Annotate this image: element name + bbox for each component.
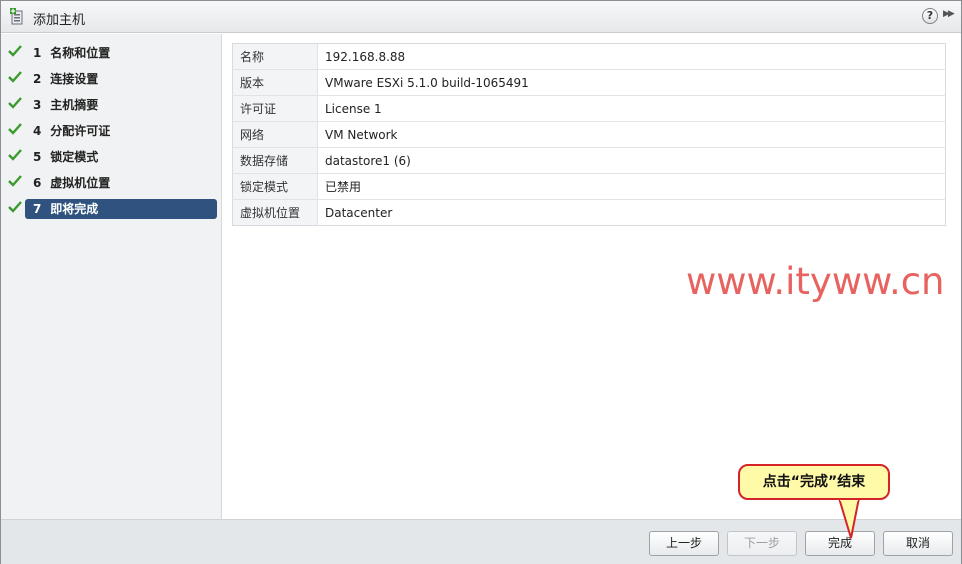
step-number: 1 xyxy=(33,46,42,60)
footer-button-bar: 上一步 下一步 完成 取消 xyxy=(1,519,961,564)
summary-value: License 1 xyxy=(317,95,946,122)
add-host-dialog: 添加主机 ? ▶▶ 1 名称和位置 2 连接设置 3 主机摘要 4 分配许可证 … xyxy=(0,0,962,564)
help-button[interactable]: ? xyxy=(922,8,938,24)
checkmark-icon xyxy=(8,149,22,161)
step-name-location[interactable]: 1 名称和位置 xyxy=(1,42,222,63)
table-row: 虚拟机位置 Datacenter xyxy=(232,199,946,226)
wizard-steps-sidebar: 1 名称和位置 2 连接设置 3 主机摘要 4 分配许可证 5 锁定模式 6 虚… xyxy=(1,34,222,519)
step-label: 主机摘要 xyxy=(50,98,99,112)
summary-key: 虚拟机位置 xyxy=(232,199,318,226)
add-host-icon xyxy=(10,8,23,25)
cancel-button[interactable]: 取消 xyxy=(883,531,953,556)
summary-key: 名称 xyxy=(232,43,318,70)
table-row: 数据存储 datastore1 (6) xyxy=(232,147,946,174)
summary-value: VMware ESXi 5.1.0 build-1065491 xyxy=(317,69,946,96)
checkmark-icon xyxy=(8,97,22,109)
table-row: 许可证 License 1 xyxy=(232,95,946,122)
checkmark-icon xyxy=(8,175,22,187)
checkmark-icon xyxy=(8,45,22,57)
checkmark-icon xyxy=(8,201,22,213)
watermark-text: www.ityww.cn xyxy=(686,260,945,303)
next-button[interactable]: 下一步 xyxy=(727,531,797,556)
step-number: 2 xyxy=(33,72,42,86)
dialog-title: 添加主机 xyxy=(33,13,86,28)
summary-table: 名称 192.168.8.88 版本 VMware ESXi 5.1.0 bui… xyxy=(232,43,946,226)
summary-value: 192.168.8.88 xyxy=(317,43,946,70)
summary-key: 版本 xyxy=(232,69,318,96)
step-number: 4 xyxy=(33,124,42,138)
summary-key: 锁定模式 xyxy=(232,173,318,200)
step-ready-to-complete[interactable]: 7 即将完成 xyxy=(1,198,222,219)
step-label: 分配许可证 xyxy=(50,124,111,138)
step-label: 虚拟机位置 xyxy=(50,176,111,190)
summary-value: datastore1 (6) xyxy=(317,147,946,174)
callout-pointer xyxy=(837,498,861,539)
step-number: 6 xyxy=(33,176,42,190)
step-number: 3 xyxy=(33,98,42,112)
table-row: 网络 VM Network xyxy=(232,121,946,148)
step-lockdown-mode[interactable]: 5 锁定模式 xyxy=(1,146,222,167)
table-row: 锁定模式 已禁用 xyxy=(232,173,946,200)
table-row: 版本 VMware ESXi 5.1.0 build-1065491 xyxy=(232,69,946,96)
step-label: 名称和位置 xyxy=(50,46,111,60)
summary-value: Datacenter xyxy=(325,205,393,220)
step-assign-license[interactable]: 4 分配许可证 xyxy=(1,120,222,141)
step-label: 连接设置 xyxy=(50,72,99,86)
checkmark-icon xyxy=(8,123,22,135)
instruction-callout: 点击“完成”结束 xyxy=(738,464,890,500)
checkmark-icon xyxy=(8,71,22,83)
expand-icon[interactable]: ▶▶ xyxy=(943,9,957,23)
step-connection-settings[interactable]: 2 连接设置 xyxy=(1,68,222,89)
back-button[interactable]: 上一步 xyxy=(649,531,719,556)
step-number: 7 xyxy=(33,202,42,216)
title-bar: 添加主机 ? ▶▶ xyxy=(1,1,961,33)
table-row: 名称 192.168.8.88 xyxy=(232,43,946,70)
step-host-summary[interactable]: 3 主机摘要 xyxy=(1,94,222,115)
step-label: 锁定模式 xyxy=(50,150,99,164)
summary-value: 已禁用 xyxy=(317,173,946,200)
step-vm-location[interactable]: 6 虚拟机位置 xyxy=(1,172,222,193)
summary-key: 数据存储 xyxy=(232,147,318,174)
step-label: 即将完成 xyxy=(50,202,99,216)
summary-value: VM Network xyxy=(317,121,946,148)
summary-key: 许可证 xyxy=(232,95,318,122)
main-content: 名称 192.168.8.88 版本 VMware ESXi 5.1.0 bui… xyxy=(223,34,961,519)
step-number: 5 xyxy=(33,150,42,164)
summary-key: 网络 xyxy=(232,121,318,148)
